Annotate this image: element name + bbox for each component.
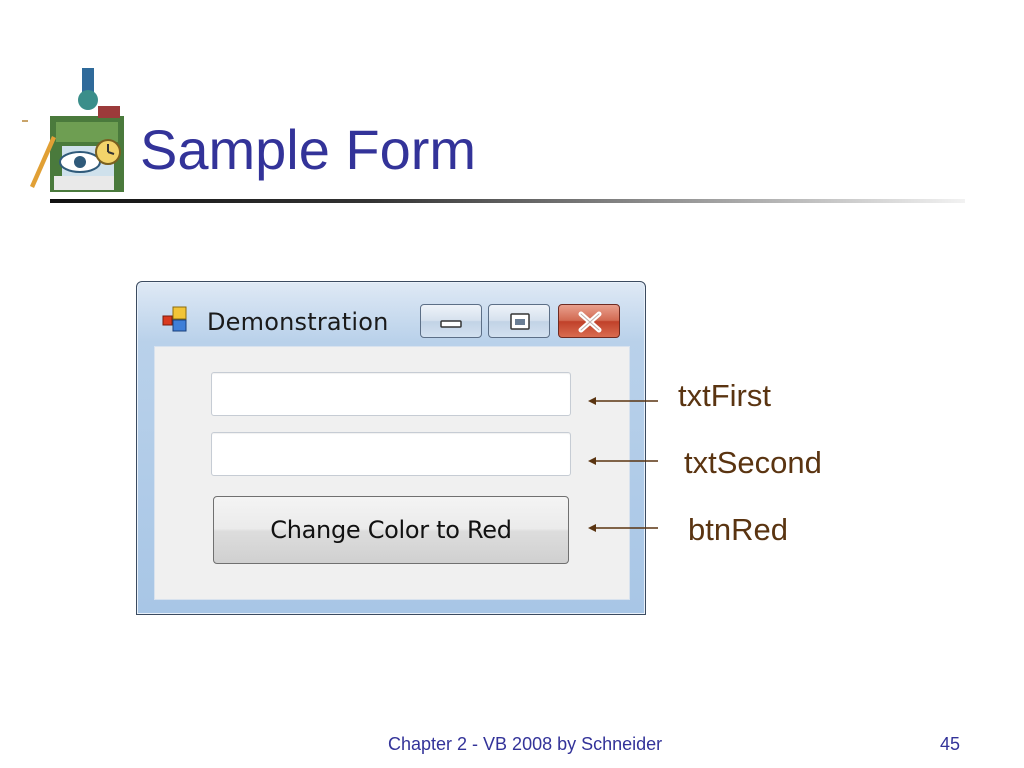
arrow-left-icon (588, 397, 658, 405)
demonstration-window: Demonstration Change Color to Red (136, 281, 646, 615)
minimize-button[interactable] (420, 304, 482, 338)
txt-first-input[interactable] (211, 372, 571, 416)
slide-footer: Chapter 2 - VB 2008 by Schneider (388, 734, 663, 754)
annotation-txt-second: txtSecond (684, 445, 822, 480)
window-title: Demonstration (207, 308, 389, 336)
annotation-btn-red: btnRed (688, 512, 788, 547)
logo-clipart-icon (22, 68, 124, 192)
slide-title: Sample Form (140, 118, 477, 181)
arrow-left-icon (588, 524, 658, 532)
form-client-area: Change Color to Red (154, 346, 630, 600)
txt-second-input[interactable] (211, 432, 571, 476)
btn-red-button[interactable]: Change Color to Red (213, 496, 569, 564)
annotation-txt-first: txtFirst (678, 378, 771, 413)
arrow-left-icon (588, 457, 658, 465)
close-button[interactable] (558, 304, 620, 338)
minimize-icon (440, 320, 462, 328)
page-number: 45 (940, 734, 961, 754)
maximize-button[interactable] (488, 304, 550, 338)
title-divider (50, 199, 965, 203)
close-icon (578, 311, 602, 333)
maximize-icon (510, 313, 530, 330)
form-icon (162, 306, 187, 332)
